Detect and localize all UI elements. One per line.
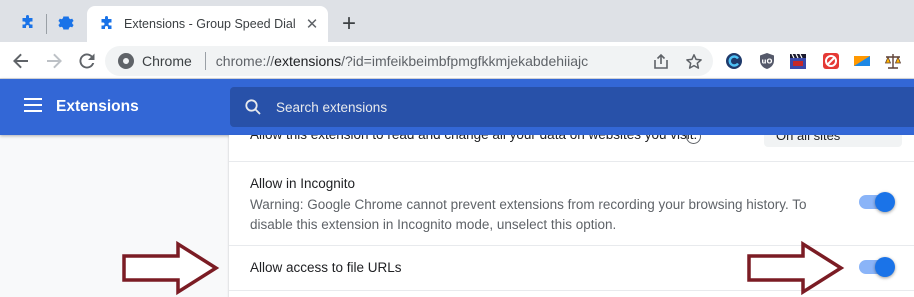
site-access-row: Allow this extension to read and change … bbox=[229, 135, 914, 161]
annotation-arrow-right bbox=[747, 240, 845, 296]
pinned-tab-settings[interactable] bbox=[48, 8, 84, 38]
url-text: chrome://extensions/?id=imfeikbeimbfpmgf… bbox=[216, 53, 588, 69]
hamburger-menu-icon[interactable] bbox=[24, 98, 42, 112]
search-input[interactable] bbox=[276, 99, 676, 115]
tab-title: Extensions - Group Speed Dial bbox=[124, 17, 296, 31]
search-bar[interactable] bbox=[230, 87, 914, 127]
back-button[interactable] bbox=[8, 48, 34, 74]
url-scheme: chrome:// bbox=[215, 53, 275, 69]
file-urls-toggle[interactable] bbox=[859, 257, 895, 277]
browser-toolbar: Chrome chrome://extensions/?id=imfeikbei… bbox=[0, 42, 914, 79]
ublock-icon[interactable]: uO bbox=[758, 52, 776, 70]
incognito-toggle[interactable] bbox=[859, 192, 895, 212]
address-bar[interactable]: Chrome chrome://extensions/?id=imfeikbei… bbox=[105, 46, 713, 76]
site-label: Chrome bbox=[142, 53, 192, 69]
tab-extensions[interactable]: Extensions - Group Speed Dial ✕ bbox=[87, 6, 328, 42]
close-icon[interactable]: ✕ bbox=[304, 16, 320, 32]
url-host: extensions bbox=[274, 53, 342, 69]
back-arrow-icon bbox=[13, 53, 28, 69]
star-icon[interactable] bbox=[685, 53, 703, 71]
toggle-knob bbox=[875, 192, 895, 212]
site-access-dropdown[interactable]: On all sites bbox=[764, 135, 902, 147]
sync-icon[interactable] bbox=[725, 52, 743, 70]
new-tab-button[interactable]: + bbox=[336, 10, 362, 38]
gear-icon bbox=[58, 16, 74, 30]
url-path: /?id=imfeikbeimbfpmgfkkmjekabdehiiajc bbox=[341, 53, 589, 69]
toggle-knob bbox=[875, 257, 895, 277]
reload-icon bbox=[79, 53, 95, 69]
incognito-description: Warning: Google Chrome cannot prevent ex… bbox=[250, 197, 807, 232]
file-urls-title: Allow access to file URLs bbox=[250, 260, 402, 275]
forward-arrow-icon bbox=[47, 53, 62, 69]
tab-strip: Extensions - Group Speed Dial ✕ + bbox=[0, 0, 914, 42]
extensions-header: Extensions bbox=[0, 79, 914, 135]
chrome-site-icon bbox=[118, 53, 134, 69]
reload-button[interactable] bbox=[74, 48, 100, 74]
pinned-tab-extensions[interactable] bbox=[10, 8, 46, 38]
blocker-icon[interactable] bbox=[822, 52, 840, 70]
divider bbox=[229, 161, 914, 162]
incognito-title: Allow in Incognito bbox=[250, 176, 356, 191]
search-icon bbox=[245, 99, 261, 115]
tab-separator bbox=[46, 14, 47, 34]
clapper-icon[interactable] bbox=[789, 52, 807, 70]
annotation-arrow-left bbox=[122, 240, 220, 296]
svg-text:uO: uO bbox=[762, 58, 773, 66]
flag-icon[interactable] bbox=[853, 52, 871, 70]
site-access-label: Allow this extension to read and change … bbox=[250, 135, 697, 142]
scales-icon[interactable] bbox=[884, 52, 902, 70]
forward-button[interactable] bbox=[41, 48, 67, 74]
puzzle-icon bbox=[101, 16, 112, 29]
share-icon[interactable] bbox=[652, 53, 670, 71]
puzzle-icon bbox=[22, 15, 33, 28]
page-title: Extensions bbox=[56, 98, 139, 115]
omnibox-divider bbox=[204, 52, 206, 70]
help-icon[interactable] bbox=[686, 135, 701, 144]
